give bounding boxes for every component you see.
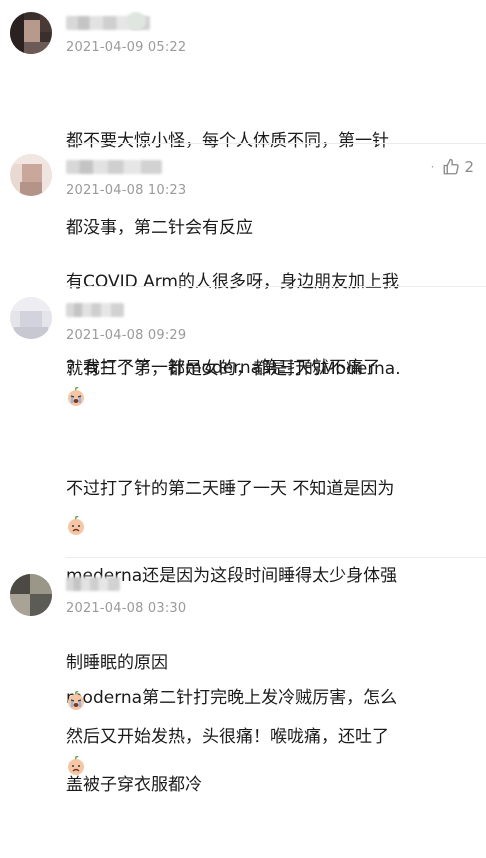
like-button[interactable]: · 2 [431, 158, 474, 176]
avatar[interactable] [10, 12, 52, 54]
crying-face-icon [68, 387, 84, 406]
comment-timestamp: 2021-04-08 10:23 [66, 183, 187, 198]
sad-face-icon [68, 516, 84, 535]
username-redacted[interactable] [66, 160, 162, 174]
avatar[interactable] [10, 154, 52, 196]
comment-item: · 2 2021-04-08 10:23 有COVID Arm的人很多呀，身边朋… [0, 144, 486, 379]
like-count: 2 [464, 158, 474, 176]
comment-text: ？我打了第一针moderna第三天就不痛了 [66, 358, 381, 378]
avatar[interactable] [10, 574, 52, 616]
comment-item: 2021-04-08 03:30 moderna第二针打完晚上发冷贼厉害，怎么 … [0, 558, 486, 795]
comment-timestamp: 2021-04-08 09:29 [66, 328, 187, 343]
thumbs-up-icon [444, 158, 460, 175]
crying-face-icon [68, 691, 84, 710]
avatar[interactable] [10, 297, 52, 339]
username-redacted[interactable] [66, 303, 124, 317]
sad-face-icon [68, 756, 84, 775]
username-redacted[interactable] [66, 577, 120, 591]
comment-timestamp: 2021-04-08 03:30 [66, 601, 187, 616]
comment-text: 然后又开始发热，头很痛！喉咙痛，还吐了 [66, 727, 389, 747]
comment-item: 2021-04-09 05:22 都不要大惊小怪，每个人体质不同，第一针 都没事… [0, 0, 486, 238]
comment-timestamp: 2021-04-09 05:22 [66, 40, 187, 55]
dot-separator: · [430, 160, 435, 174]
comment-item: 2021-04-08 09:29 ？我打了第一针moderna第三天就不痛了 不… [0, 287, 486, 673]
